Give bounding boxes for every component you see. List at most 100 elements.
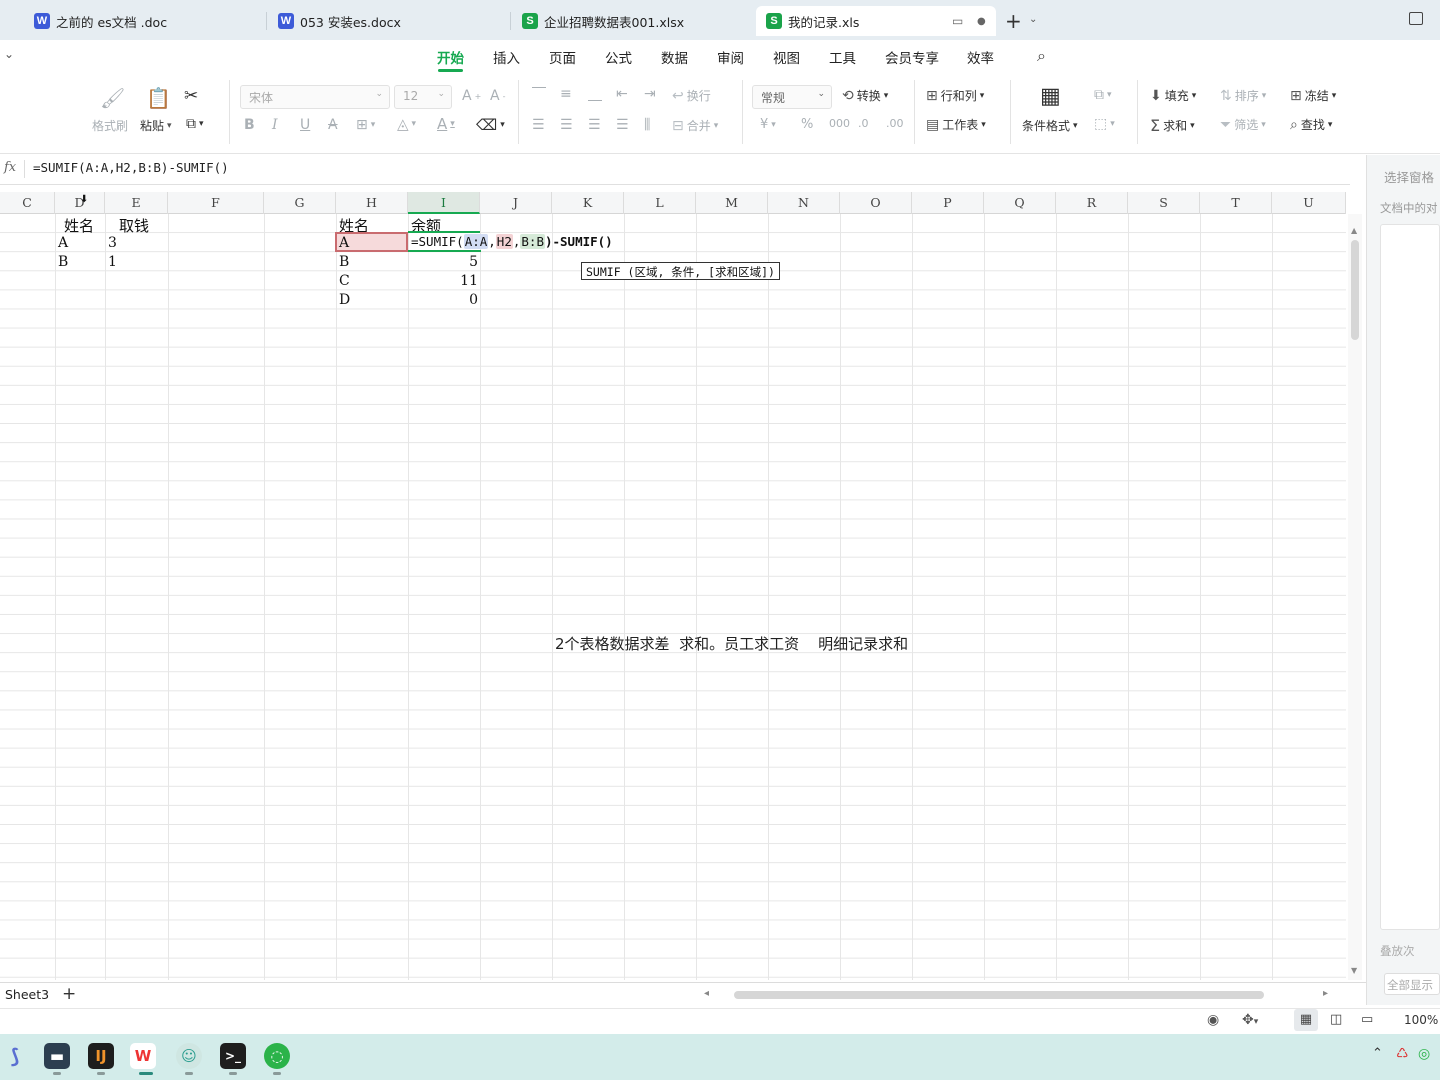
formula-input[interactable]: =SUMIF(A:A,H2,B:B)-SUMIF(): [33, 160, 229, 175]
align-left-icon[interactable]: ☰: [532, 117, 545, 133]
cell-d1[interactable]: 姓名: [64, 215, 94, 236]
cell-d2[interactable]: A: [58, 235, 68, 251]
cell-h4[interactable]: C: [339, 273, 350, 289]
format-painter-icon[interactable]: 🖌: [100, 86, 125, 110]
align-bottom-icon[interactable]: ⎽: [588, 86, 602, 102]
align-center-icon[interactable]: ☰: [560, 117, 573, 133]
cell-e1[interactable]: 取钱: [119, 215, 149, 236]
align-right-icon[interactable]: ☰: [588, 117, 601, 133]
search-icon[interactable]: ⌕: [1037, 46, 1046, 66]
vertical-scroll-thumb[interactable]: [1351, 240, 1359, 340]
align-middle-icon[interactable]: ≡: [560, 86, 572, 102]
paste-icon[interactable]: 📋: [146, 86, 171, 110]
column-header-c[interactable]: C: [0, 192, 55, 214]
column-header-i[interactable]: I: [408, 192, 480, 214]
spreadsheet-grid[interactable]: [0, 214, 1346, 980]
tab-insert[interactable]: 插入: [493, 47, 520, 67]
tab-home[interactable]: 开始: [437, 47, 464, 67]
scroll-right-icon[interactable]: ▸: [1323, 988, 1328, 999]
tray-wechat-icon[interactable]: ◎: [1418, 1046, 1430, 1062]
scroll-up-icon[interactable]: ▲: [1351, 226, 1357, 235]
tab-data[interactable]: 数据: [661, 47, 688, 67]
column-header-h[interactable]: H: [336, 192, 408, 214]
fill-button[interactable]: ⬇ 填充 ▾: [1150, 87, 1196, 104]
cell-h5[interactable]: D: [339, 292, 350, 308]
italic-icon[interactable]: I: [272, 117, 278, 133]
column-header-p[interactable]: P: [912, 192, 984, 214]
cell-i4[interactable]: 11: [410, 273, 478, 289]
convert-button[interactable]: ⟲ 转换 ▾: [842, 87, 888, 104]
column-header-o[interactable]: O: [840, 192, 912, 214]
chevron-up-icon[interactable]: ⌃: [1372, 1046, 1383, 1061]
cell-i5[interactable]: 0: [410, 292, 478, 308]
number-format-select[interactable]: 常规 ⌄: [752, 85, 832, 109]
tab-tools[interactable]: 工具: [829, 47, 856, 67]
cell-e2[interactable]: 3: [108, 235, 117, 251]
decrease-font-icon[interactable]: A-: [490, 88, 505, 104]
paste-button[interactable]: 粘贴 ▾: [140, 117, 172, 134]
cell-style-icon[interactable]: ⧉ ▾: [1094, 87, 1112, 103]
cell-i3[interactable]: 5: [410, 254, 478, 270]
stack-order-button[interactable]: 叠放次: [1380, 943, 1415, 959]
column-header-r[interactable]: R: [1056, 192, 1128, 214]
underline-icon[interactable]: U: [300, 117, 310, 133]
tab-review[interactable]: 审阅: [717, 47, 744, 67]
sheet-tab-sheet3[interactable]: Sheet3: [5, 987, 49, 1002]
merge-button[interactable]: ⊟ 合并 ▾: [672, 117, 718, 134]
column-header-k[interactable]: K: [552, 192, 624, 214]
justify-icon[interactable]: ☰: [616, 117, 629, 133]
column-header-g[interactable]: G: [264, 192, 336, 214]
filter-button[interactable]: ⏷ 筛选 ▾: [1220, 116, 1266, 133]
column-header-l[interactable]: L: [624, 192, 696, 214]
increase-font-icon[interactable]: A +: [462, 88, 481, 104]
wrap-button[interactable]: ↩ 换行: [672, 87, 711, 104]
unsaved-dot-icon[interactable]: ●: [977, 16, 986, 27]
new-tab-icon[interactable]: +: [1005, 9, 1022, 33]
column-header-n[interactable]: N: [768, 192, 840, 214]
ide-app-icon[interactable]: IJ: [88, 1043, 114, 1069]
font-name-select[interactable]: 宋体 ⌄: [240, 85, 390, 109]
tab-member[interactable]: 会员专享: [885, 47, 939, 67]
move-icon[interactable]: ✥▾: [1242, 1012, 1258, 1028]
zoom-level[interactable]: 100%: [1404, 1013, 1438, 1027]
format-painter-button[interactable]: 格式刷: [92, 117, 128, 134]
bold-icon[interactable]: B: [244, 117, 255, 133]
normal-view-icon[interactable]: ▦: [1294, 1009, 1318, 1031]
column-header-t[interactable]: T: [1200, 192, 1272, 214]
dolphin-app-icon[interactable]: ⟆: [2, 1043, 28, 1069]
column-header-s[interactable]: S: [1128, 192, 1200, 214]
sidebar-toggle-icon[interactable]: [1409, 12, 1423, 25]
copy-icon[interactable]: ⧉ ▾: [186, 116, 204, 132]
indent-increase-icon[interactable]: ⇥: [644, 86, 656, 102]
table-style-icon[interactable]: ⬚ ▾: [1094, 116, 1115, 132]
file-tab[interactable]: W 053 安装es.docx: [268, 6, 508, 36]
fill-color-icon[interactable]: ◬ ▾: [397, 115, 416, 133]
worksheet-button[interactable]: ▤ 工作表 ▾: [926, 116, 986, 133]
eye-icon[interactable]: ◉: [1207, 1012, 1219, 1028]
sum-button[interactable]: Σ 求和 ▾: [1150, 116, 1195, 135]
conditional-format-button[interactable]: 条件格式 ▾: [1022, 117, 1078, 134]
font-size-select[interactable]: 12 ⌄: [394, 85, 452, 109]
column-header-j[interactable]: J: [480, 192, 552, 214]
page-break-view-icon[interactable]: ◫: [1330, 1012, 1342, 1027]
cell-e3[interactable]: 1: [108, 254, 117, 270]
show-all-button[interactable]: 全部显示: [1384, 973, 1440, 995]
monitor-icon[interactable]: ▭: [952, 14, 963, 28]
find-button[interactable]: ⌕ 查找 ▾: [1290, 116, 1332, 133]
column-header-f[interactable]: F: [168, 192, 264, 214]
add-sheet-icon[interactable]: +: [62, 984, 76, 1004]
chevron-down-icon[interactable]: ⌄: [1029, 14, 1037, 25]
decimal-decrease-icon[interactable]: .00: [886, 117, 904, 130]
align-top-icon[interactable]: ⎺: [532, 86, 546, 102]
selection-pane-list[interactable]: [1380, 224, 1440, 930]
cut-icon[interactable]: ✂: [184, 86, 198, 106]
cell-h3[interactable]: B: [339, 254, 349, 270]
decimal-increase-icon[interactable]: .0: [858, 117, 869, 130]
sort-button[interactable]: ⇅ 排序 ▾: [1220, 87, 1266, 104]
strikethrough-icon[interactable]: A: [328, 117, 338, 133]
column-header-q[interactable]: Q: [984, 192, 1056, 214]
wps-app-icon[interactable]: W: [130, 1043, 156, 1069]
desktop-app-icon[interactable]: ▬: [44, 1043, 70, 1069]
percent-icon[interactable]: %: [801, 117, 813, 132]
file-tab-active[interactable]: S 我的记录.xls ▭ ●: [756, 6, 996, 36]
